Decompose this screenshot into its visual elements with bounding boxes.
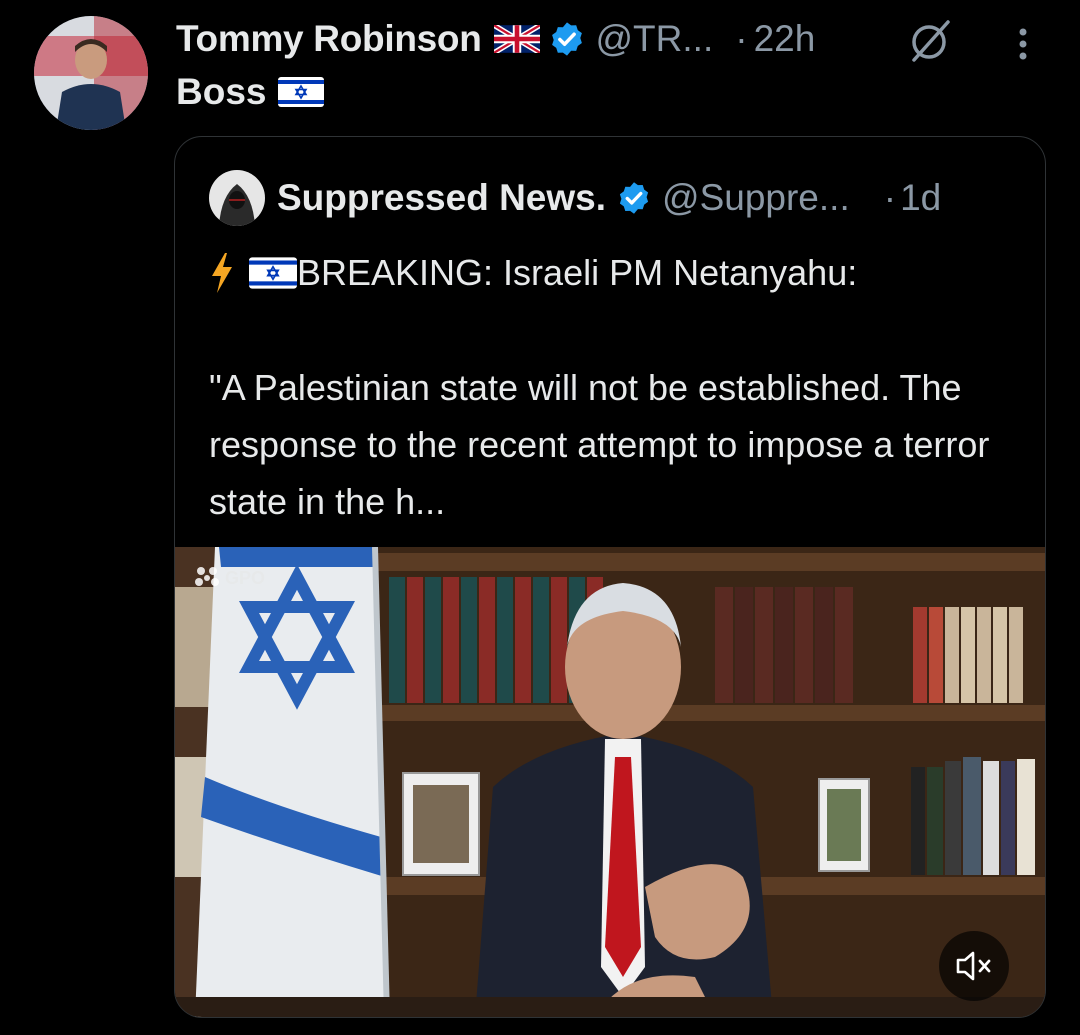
- separator-dot: ·: [883, 177, 897, 218]
- more-options-icon[interactable]: [1008, 24, 1038, 64]
- mute-button[interactable]: [939, 931, 1009, 1001]
- mute-icon: [956, 951, 991, 981]
- verified-badge-icon[interactable]: [548, 20, 586, 58]
- quoted-tweet-text: "A Palestinian state will not be establi…: [209, 367, 990, 522]
- israel-flag-icon: [249, 257, 297, 289]
- author-name[interactable]: Tommy Robinson: [176, 18, 482, 60]
- separator-dot: ·: [735, 18, 748, 59]
- quoted-tweet-header: Suppressed News. @Suppre... · 1d: [209, 170, 941, 226]
- quoted-author-avatar[interactable]: [209, 170, 265, 226]
- video-player[interactable]: GPO: [175, 547, 1045, 1017]
- quoted-tweet-card[interactable]: Suppressed News. @Suppre... · 1d BREAKIN…: [174, 136, 1046, 1018]
- quoted-tweet-headline: BREAKING: Israeli PM Netanyahu:: [209, 247, 857, 299]
- author-handle[interactable]: @TR...: [596, 18, 714, 60]
- lightning-icon: [212, 253, 232, 293]
- video-frame: [175, 547, 1045, 1017]
- gpo-watermark: GPO: [193, 565, 265, 591]
- quoted-author-name[interactable]: Suppressed News.: [277, 177, 606, 219]
- watermark-text: GPO: [225, 567, 266, 588]
- quoted-author-handle[interactable]: @Suppre...: [662, 177, 850, 219]
- gpo-logo-icon: [195, 567, 219, 586]
- verified-badge-icon[interactable]: [616, 180, 652, 216]
- author-avatar[interactable]: [34, 16, 148, 130]
- tweet-text: Boss: [176, 70, 325, 114]
- quoted-headline-text: BREAKING: Israeli PM Netanyahu:: [297, 252, 858, 293]
- tweet-header: Tommy Robinson @TR... · 22h: [176, 12, 815, 66]
- quoted-tweet-time[interactable]: 1d: [900, 177, 941, 219]
- grok-icon[interactable]: [904, 16, 954, 66]
- tweet-time[interactable]: 22h: [754, 18, 816, 60]
- uk-flag-icon: [493, 25, 540, 53]
- israel-flag-icon: [278, 77, 325, 107]
- tweet-text-label: Boss: [176, 71, 267, 112]
